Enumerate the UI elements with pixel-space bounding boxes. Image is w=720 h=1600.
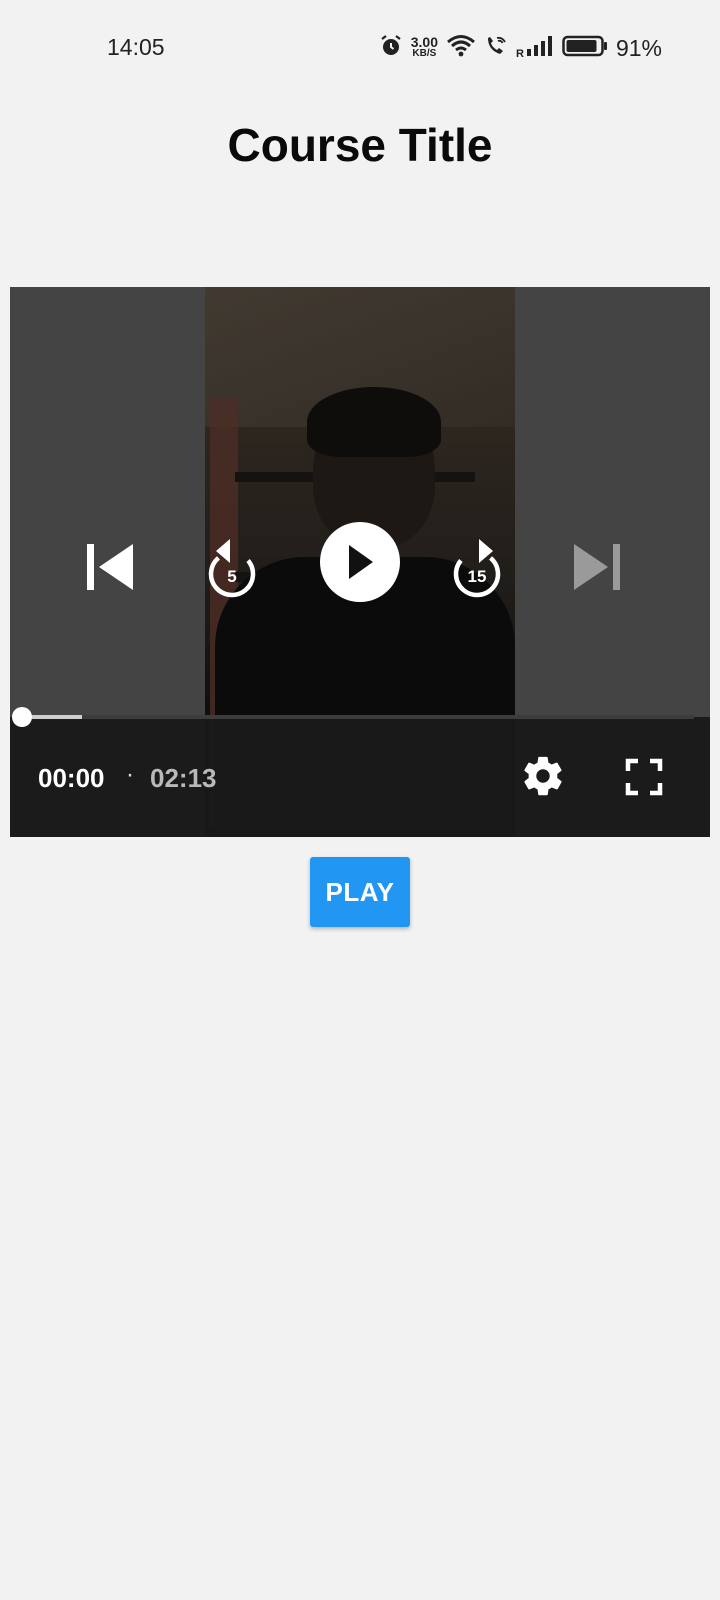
signal-icon [526,35,554,62]
time-separator: · [126,761,134,788]
replay-5-icon: 5 [204,535,260,599]
play-icon [345,543,375,581]
rewind-button[interactable]: 5 [197,527,267,607]
rewind-seconds: 5 [227,567,237,586]
net-speed-value: 3.00 [410,34,438,50]
control-bar: 00:00 · 02:13 [10,717,710,837]
status-icons: 3.00 KB/S R 91% [379,30,662,66]
net-speed-unit: KB/S [412,48,437,59]
battery-percent: 91% [615,34,662,61]
wifi-icon [446,34,476,63]
settings-icon [520,756,566,803]
alarm-icon [379,34,403,63]
forward-button[interactable]: 15 [442,527,512,607]
center-play-button[interactable] [320,522,400,602]
seek-bar[interactable] [12,707,694,727]
current-time: 00:00 [38,763,105,793]
seek-bar-thumb[interactable] [12,707,32,727]
skip-next-icon [572,542,622,592]
page-title: Course Title [227,119,493,171]
roaming-label: R [516,48,524,60]
fullscreen-icon [624,758,664,801]
forward-seconds: 15 [467,567,487,586]
total-time: 02:13 [150,763,217,793]
settings-button[interactable] [520,753,566,799]
skip-previous-button[interactable] [75,527,145,607]
video-player[interactable]: 5 15 00:00 · 02:13 [10,287,710,837]
status-time: 14:05 [107,34,165,60]
fullscreen-button[interactable] [624,757,664,797]
battery-icon [562,35,608,62]
forward-15-icon: 15 [449,535,505,599]
status-bar: 14:05 3.00 KB/S R 91% [0,0,720,96]
skip-next-button[interactable] [562,527,632,607]
skip-previous-icon [85,542,135,592]
play-button[interactable]: PLAY [310,857,410,927]
wifi-calling-icon [484,34,508,63]
net-speed: 3.00 KB/S [410,34,438,60]
